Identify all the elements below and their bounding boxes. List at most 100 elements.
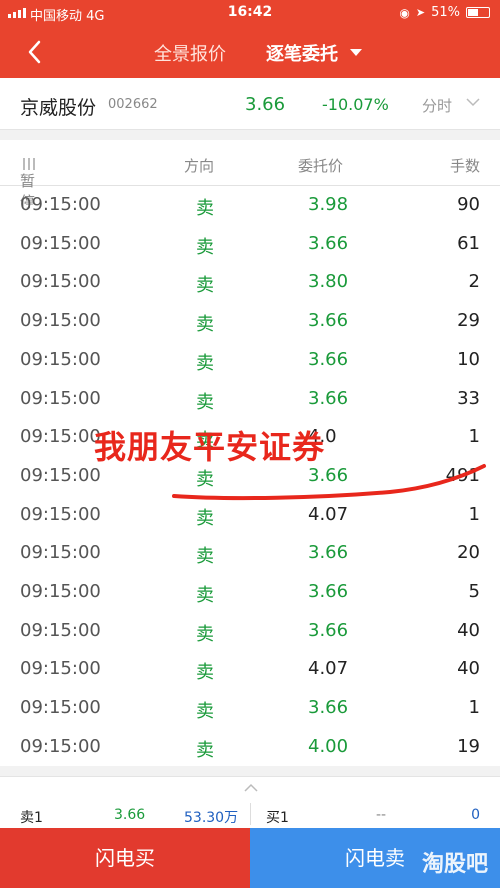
table-row: 09:15:00 卖 3.66 40 [0,612,500,651]
table-row: 09:15:00 卖 3.66 61 [0,225,500,264]
pause-icon[interactable] [23,158,35,170]
header-pause[interactable]: 暂停 [20,155,35,211]
row-direction: 卖 [196,236,214,258]
row-time: 09:15:00 [20,271,101,293]
sell1-volume: 53.30万 [184,810,239,826]
table-row: 09:15:00 卖 3.66 29 [0,302,500,341]
annotation-underline [172,464,486,501]
row-volume: 10 [457,348,480,370]
stock-code: 002662 [108,97,158,112]
row-price: 3.66 [308,387,349,409]
row-price: 3.66 [308,697,349,719]
buy1-price: -- [376,807,387,823]
nav-bar: 全景报价 逐笔委托 [0,26,500,78]
row-volume: 33 [457,387,480,409]
row-direction: 卖 [196,352,214,374]
row-direction: 卖 [196,314,214,336]
row-price: 3.66 [308,619,349,641]
table-row: 09:15:00 卖 3.98 90 [0,186,500,225]
sell1-label: 卖1 [20,810,43,826]
table-row: 09:15:00 卖 4.07 40 [0,650,500,689]
table-header: 暂停 方向 委托价 手数 [0,140,500,211]
watermark-logo: 淘股吧 [421,852,488,877]
flash-buy-button[interactable]: 闪电买 [0,828,250,888]
sell1-price: 3.66 [114,807,146,823]
row-price: 3.66 [308,542,349,564]
table-row: 09:15:00 卖 3.66 1 [0,689,500,728]
status-bar: 中国移动 4G 16:42 ◉ ➤ 51% [0,0,500,26]
table-row: 09:15:00 卖 3.66 20 [0,534,500,573]
row-time: 09:15:00 [20,542,101,564]
row-volume: 29 [457,310,480,332]
row-volume: 20 [457,542,480,564]
row-time: 09:15:00 [20,232,101,254]
stock-change: -10.07% [322,95,389,114]
row-time: 09:15:00 [20,310,101,332]
stock-price: 3.66 [245,94,286,115]
location-icon: ◉ [399,5,410,20]
buy1-label: 买1 [266,810,289,826]
quote-bar: 卖1 3.66 53.30万 买1 -- 0 [0,776,500,828]
row-time: 09:15:00 [20,619,101,641]
row-time: 09:15:00 [20,735,101,757]
row-volume: 19 [457,735,480,757]
row-volume: 5 [468,581,480,602]
row-direction: 卖 [196,662,214,684]
dropdown-caret-icon[interactable] [350,49,362,56]
row-direction: 卖 [196,701,214,723]
row-time: 09:15:00 [20,426,101,448]
header-direction: 方向 [184,157,215,175]
row-time: 09:15:00 [20,464,101,486]
row-price: 3.98 [308,194,349,215]
row-direction: 卖 [196,546,214,568]
header-price: 委托价 [298,157,344,175]
row-volume: 1 [468,503,480,525]
row-volume: 2 [468,271,480,293]
row-price: 3.80 [308,271,349,293]
navigation-arrow-icon: ➤ [415,6,426,19]
chevron-up-icon[interactable] [243,783,259,793]
row-volume: 1 [468,426,480,448]
table-row: 09:15:00 卖 4.00 19 [0,728,500,767]
row-time: 09:15:00 [20,581,101,602]
row-volume: 90 [457,194,480,215]
row-time: 09:15:00 [20,194,101,215]
row-price: 3.66 [308,310,349,332]
tab-orders[interactable]: 逐笔委托 [266,40,338,66]
row-direction: 卖 [196,585,214,606]
row-time: 09:15:00 [20,348,101,370]
row-direction: 卖 [196,391,214,413]
buy1-volume: 0 [471,807,480,823]
row-volume: 40 [457,619,480,641]
stock-name: 京威股份 [20,97,97,119]
row-direction: 卖 [196,623,214,645]
row-direction: 卖 [196,739,214,761]
row-time: 09:15:00 [20,697,101,719]
row-price: 4.07 [308,658,349,680]
row-time: 09:15:00 [20,387,101,409]
battery-percent: 51% [431,5,460,20]
header-volume: 手数 [449,157,480,175]
row-price: 3.66 [308,232,349,254]
row-price: 3.66 [308,581,349,602]
row-volume: 1 [468,697,480,719]
period-selector[interactable]: 分时 [422,95,452,116]
row-price: 4.07 [308,503,349,525]
row-direction: 卖 [196,198,214,219]
chevron-down-icon[interactable] [465,96,481,108]
table-row: 09:15:00 卖 3.66 5 [0,573,500,612]
row-time: 09:15:00 [20,503,101,525]
row-direction: 卖 [196,275,214,297]
row-volume: 40 [457,658,480,680]
row-direction: 卖 [196,507,214,529]
row-price: 3.66 [308,348,349,370]
tab-overview[interactable]: 全景报价 [154,40,226,66]
row-price: 4.00 [308,735,349,757]
table-row: 09:15:00 卖 3.66 33 [0,380,500,419]
divider [250,803,251,825]
row-volume: 61 [457,232,480,254]
table-row: 09:15:00 卖 3.66 10 [0,341,500,380]
stock-header: 京威股份 002662 3.66 -10.07% 分时 [0,78,500,130]
row-time: 09:15:00 [20,658,101,680]
back-arrow-icon[interactable] [22,38,50,66]
